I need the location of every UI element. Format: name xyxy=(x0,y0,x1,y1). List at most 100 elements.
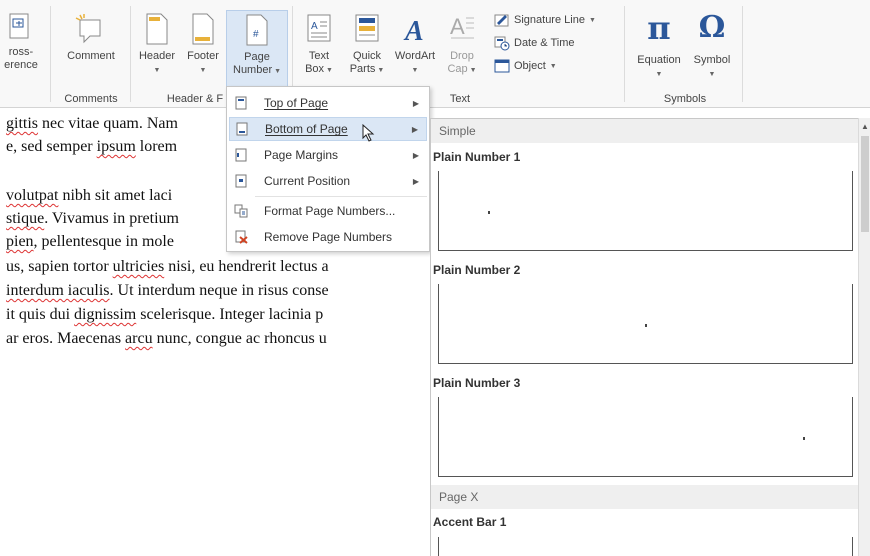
doc-text: e, sed semper xyxy=(6,138,97,155)
misspelled-word: interdum iaculis xyxy=(6,282,110,299)
gallery-item-title: Plain Number 2 xyxy=(433,263,521,277)
page-number-menu: Top of Page ▶ Bottom of Page ▶ Page Marg… xyxy=(226,86,430,252)
drop-cap-button[interactable]: A Drop Cap ▼ xyxy=(440,12,484,77)
signature-line-dropdown-icon: ▼ xyxy=(588,16,596,24)
doc-text: nunc, congue ac rhoncus u xyxy=(152,330,327,347)
page-bottom-icon xyxy=(236,122,248,136)
header-button[interactable]: Header ▼ xyxy=(134,12,180,77)
svg-text:A: A xyxy=(450,14,465,39)
wordart-icon: A xyxy=(403,16,424,46)
quick-parts-button[interactable]: Quick Parts ▼ xyxy=(344,12,390,77)
text-box-label-text: Box xyxy=(305,63,325,75)
header-dropdown-icon: ▼ xyxy=(153,67,161,74)
menu-item-label: Page Margins xyxy=(264,148,339,162)
object-dropdown-icon: ▼ xyxy=(549,62,557,70)
gallery-item-plain-number-3[interactable] xyxy=(438,397,853,477)
gallery-item-title: Plain Number 3 xyxy=(433,376,521,390)
page-number-label-2: Number ▼ xyxy=(227,64,287,78)
signature-line-button[interactable]: Signature Line ▼ xyxy=(494,12,596,28)
menu-item-label: Current Position xyxy=(264,174,351,188)
misspelled-word: ipsum xyxy=(96,138,136,155)
current-position-icon xyxy=(235,174,247,188)
svg-text:A: A xyxy=(311,21,318,32)
doc-text: nisi, eu hendrerit lectus a xyxy=(164,258,329,275)
symbol-label: Symbol xyxy=(693,54,731,66)
menu-item-label: Format Page Numbers... xyxy=(264,204,396,218)
gallery-item-title: Plain Number 1 xyxy=(433,150,521,164)
drop-cap-label-2: Cap ▼ xyxy=(440,63,484,77)
drop-cap-label-text: Cap xyxy=(447,63,468,75)
text-box-button[interactable]: A Text Box ▼ xyxy=(298,12,340,77)
menu-item-page-margins[interactable]: Page Margins ▶ xyxy=(229,143,427,167)
mouse-cursor-icon xyxy=(362,124,375,142)
wordart-button[interactable]: A WordArt ▼ xyxy=(390,12,440,77)
group-label-text: Text xyxy=(449,93,471,105)
cross-reference-label-1: ross- xyxy=(8,46,34,58)
symbol-button[interactable]: Ω Symbol ▼ xyxy=(688,8,736,81)
comment-label: Comment xyxy=(67,50,115,62)
quick-parts-label-1: Quick xyxy=(352,50,382,62)
quick-parts-label-2: Parts ▼ xyxy=(344,63,390,77)
gallery-item-plain-number-1[interactable] xyxy=(438,171,853,251)
svg-text:A: A xyxy=(403,16,424,46)
calendar-clock-icon xyxy=(494,36,510,51)
omega-icon: Ω xyxy=(698,10,726,45)
page-number-dropdown-icon: ▼ xyxy=(272,68,281,75)
doc-text: us, sapien tortor xyxy=(6,258,113,275)
ribbon-separator xyxy=(742,6,743,102)
text-box-icon: A xyxy=(307,14,331,42)
page-number-label-text: Number xyxy=(233,64,273,76)
comment-button[interactable]: Comment xyxy=(56,12,126,63)
menu-item-remove-page-numbers[interactable]: Remove Page Numbers xyxy=(229,225,427,249)
wordart-label: WordArt xyxy=(394,50,436,62)
equation-button[interactable]: π Equation ▼ xyxy=(630,8,688,81)
signature-line-icon xyxy=(494,14,509,27)
equation-dropdown-icon: ▼ xyxy=(655,71,663,78)
doc-line: gittis nec vitae quam. Nam xyxy=(6,115,178,133)
menu-item-label: Remove Page Numbers xyxy=(264,230,393,244)
group-label-symbols: Symbols xyxy=(663,93,707,105)
scroll-thumb[interactable] xyxy=(861,136,869,232)
gallery-item-accent-bar-1[interactable] xyxy=(438,537,853,556)
menu-item-current-position[interactable]: Current Position ▶ xyxy=(229,169,427,193)
misspelled-word: dignissim xyxy=(74,306,137,323)
footer-button[interactable]: Footer ▼ xyxy=(180,12,226,77)
wordart-dropdown-icon: ▼ xyxy=(411,67,419,74)
quick-parts-icon xyxy=(355,14,379,42)
gallery-scrollbar[interactable]: ▲ xyxy=(858,118,870,556)
page-top-icon xyxy=(235,96,247,110)
gallery-section-page-x: Page X xyxy=(431,485,859,509)
doc-text: lorem xyxy=(135,138,178,155)
doc-line: us, sapien tortor ultricies nisi, eu hen… xyxy=(6,258,329,276)
page-number-label-1: Page xyxy=(244,51,270,63)
misspelled-word: arcu xyxy=(125,330,153,347)
scroll-up-arrow-icon[interactable]: ▲ xyxy=(861,122,869,131)
footer-icon xyxy=(192,13,214,45)
menu-item-bottom-of-page[interactable]: Bottom of Page ▶ xyxy=(229,117,427,142)
ribbon: ross- erence Comment Header ▼ Footer ▼ #… xyxy=(0,0,870,108)
date-time-label: Date & Time xyxy=(514,37,575,49)
page-number-marker xyxy=(803,437,805,440)
object-label: Object xyxy=(514,60,546,72)
page-number-marker xyxy=(488,211,490,214)
misspelled-word: gittis xyxy=(6,115,39,132)
comment-icon xyxy=(75,14,101,44)
submenu-arrow-icon: ▶ xyxy=(411,124,418,134)
page-number-button[interactable]: # Page Number ▼ xyxy=(226,10,288,88)
object-button[interactable]: Object ▼ xyxy=(494,58,557,74)
doc-line: it quis dui dignissim scelerisque. Integ… xyxy=(6,306,323,324)
misspelled-word: pien xyxy=(6,233,34,250)
menu-item-format-page-numbers[interactable]: Format Page Numbers... xyxy=(229,199,427,223)
footer-dropdown-icon: ▼ xyxy=(199,67,207,74)
doc-text: ar eros. Maecenas xyxy=(6,330,126,347)
doc-line: pien, pellentesque in mole xyxy=(6,233,174,251)
gallery-item-plain-number-2[interactable] xyxy=(438,284,853,364)
doc-text: nec vitae quam. Nam xyxy=(38,115,178,132)
date-time-button[interactable]: Date & Time xyxy=(494,35,575,51)
cross-reference-button[interactable]: ross- erence xyxy=(0,12,44,72)
header-icon xyxy=(146,13,168,45)
page-margins-icon xyxy=(235,148,247,162)
menu-item-label: Bottom of Page xyxy=(265,122,348,136)
menu-item-top-of-page[interactable]: Top of Page ▶ xyxy=(229,91,427,115)
text-box-dropdown-icon: ▼ xyxy=(324,67,333,74)
